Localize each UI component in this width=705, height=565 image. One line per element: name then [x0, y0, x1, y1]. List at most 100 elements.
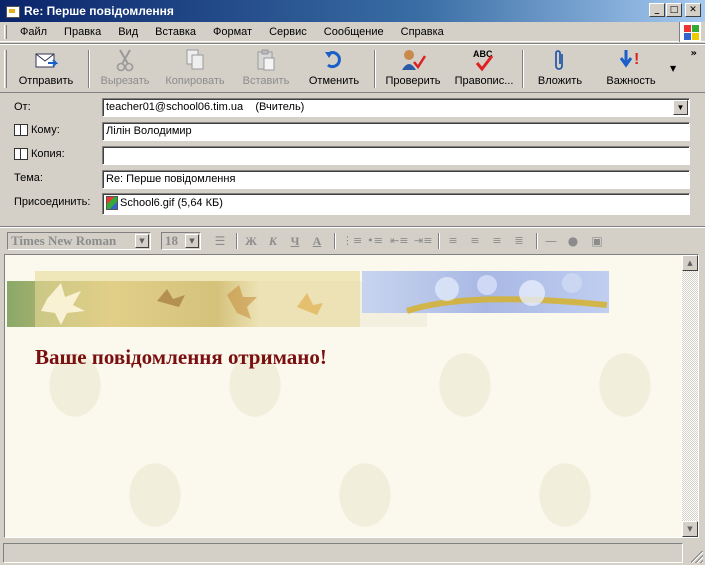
gif-file-icon	[106, 196, 118, 210]
cut-button[interactable]: Вырезать	[96, 47, 154, 91]
to-button[interactable]: Кому:	[14, 124, 60, 136]
cc-label: Копия:	[31, 148, 65, 160]
subject-value: Re: Перше повідомлення	[106, 173, 236, 185]
toolbar-separator	[522, 50, 524, 88]
cc-button[interactable]: Копия:	[14, 148, 65, 160]
address-book-icon	[14, 124, 28, 136]
send-button[interactable]: Отправить	[14, 47, 78, 91]
status-bar	[0, 541, 705, 565]
horizontal-line-icon[interactable]: —	[542, 233, 560, 249]
format-separator	[438, 233, 440, 249]
cut-label: Вырезать	[100, 75, 150, 87]
resize-grip-icon[interactable]	[691, 551, 703, 563]
subject-field[interactable]: Re: Перше повідомлення	[102, 170, 690, 189]
decrease-indent-icon[interactable]: ⇤≡	[390, 233, 408, 249]
scroll-up-icon[interactable]: ▲	[682, 255, 698, 271]
copy-label: Копировать	[165, 75, 225, 87]
paste-icon	[253, 47, 279, 73]
font-value: Times New Roman	[11, 233, 117, 248]
align-left-icon[interactable]: ≡	[444, 233, 462, 249]
toolbar-more-button[interactable]: »	[691, 48, 697, 59]
to-field[interactable]: Лілін Володимир	[102, 122, 690, 141]
chevron-down-icon[interactable]: ▼	[673, 100, 688, 115]
check-names-button[interactable]: Проверить	[382, 47, 444, 91]
spelling-button[interactable]: ABC Правопис...	[450, 47, 518, 91]
undo-label: Отменить	[308, 75, 360, 87]
menu-grip[interactable]	[4, 25, 7, 39]
scissors-icon	[112, 47, 138, 73]
menu-file[interactable]: Файл	[20, 26, 47, 38]
bold-button[interactable]: Ж	[242, 233, 260, 249]
toolbar-separator	[88, 50, 90, 88]
chevron-down-icon[interactable]: ▼	[185, 234, 199, 248]
insert-picture-icon[interactable]: ▣	[588, 233, 606, 249]
menu-view[interactable]: Вид	[118, 26, 138, 38]
from-label: От:	[14, 101, 31, 113]
toolbar-dropdown-icon[interactable]: ▼	[670, 64, 676, 73]
menu-format[interactable]: Формат	[213, 26, 252, 38]
menu-edit[interactable]: Правка	[64, 26, 101, 38]
menu-message[interactable]: Сообщение	[324, 26, 384, 38]
windows-logo-icon	[679, 22, 701, 42]
attach-label: Вложить	[537, 75, 583, 87]
window-title: Re: Перше повідомлення	[24, 4, 174, 18]
attachments-field[interactable]: School6.gif (5,64 КБ)	[102, 193, 690, 215]
to-value: Лілін Володимир	[106, 125, 192, 137]
title-bar: Re: Перше повідомлення _ □ ✕	[0, 0, 705, 22]
font-size-value: 18	[165, 233, 178, 248]
window-controls: _ □ ✕	[648, 3, 701, 17]
italic-button[interactable]: К	[264, 233, 282, 249]
to-label: Кому:	[31, 124, 60, 136]
maximize-button[interactable]: □	[666, 3, 682, 17]
increase-indent-icon[interactable]: ⇥≡	[414, 233, 432, 249]
format-toolbar: Times New Roman ▼ 18 ▼ ☰ Ж К Ч А ⋮≡ •≡ ⇤…	[0, 226, 705, 254]
cc-input[interactable]	[106, 149, 686, 162]
paste-label: Вставить	[242, 75, 290, 87]
message-body[interactable]: Ваше повідомлення отримано! ▲ ▼	[4, 254, 699, 538]
paste-button[interactable]: Вставить	[238, 47, 294, 91]
close-button[interactable]: ✕	[685, 3, 701, 17]
menu-help[interactable]: Справка	[401, 26, 444, 38]
status-panel	[3, 543, 683, 563]
align-center-icon[interactable]: ≡	[466, 233, 484, 249]
cc-field[interactable]	[102, 146, 690, 165]
from-value: teacher01@school06.tim.ua (Вчитель)	[106, 101, 305, 113]
paragraph-style-icon[interactable]: ☰	[211, 233, 229, 249]
align-right-icon[interactable]: ≡	[488, 233, 506, 249]
underline-button[interactable]: Ч	[286, 233, 304, 249]
hyperlink-globe-icon[interactable]: ●	[564, 233, 582, 249]
check-names-icon	[400, 47, 426, 73]
toolbar-grip[interactable]	[4, 50, 7, 88]
mail-app-icon[interactable]	[4, 3, 20, 19]
attachment-item[interactable]: School6.gif (5,64 КБ)	[120, 197, 223, 209]
menu-tools[interactable]: Сервис	[269, 26, 307, 38]
bullet-list-icon[interactable]: •≡	[366, 233, 384, 249]
undo-button[interactable]: Отменить	[304, 47, 364, 91]
format-separator	[236, 233, 238, 249]
spelling-icon: ABC	[471, 47, 497, 73]
main-toolbar: Отправить Вырезать Копировать Вставить О…	[0, 43, 705, 93]
from-select[interactable]: teacher01@school06.tim.ua (Вчитель) ▼	[102, 98, 690, 117]
format-separator	[334, 233, 336, 249]
send-label: Отправить	[18, 75, 74, 87]
font-size-select[interactable]: 18 ▼	[161, 232, 201, 250]
undo-icon	[321, 47, 347, 73]
vertical-scrollbar[interactable]: ▲ ▼	[682, 255, 698, 537]
address-book-icon	[14, 148, 28, 160]
chevron-down-icon[interactable]: ▼	[135, 234, 149, 248]
font-select[interactable]: Times New Roman ▼	[7, 232, 151, 250]
priority-icon-text: !	[634, 51, 639, 68]
numbered-list-icon[interactable]: ⋮≡	[342, 233, 362, 249]
priority-label: Важность	[606, 75, 656, 87]
copy-button[interactable]: Копировать	[160, 47, 230, 91]
justify-icon[interactable]: ≣	[510, 233, 528, 249]
menu-insert[interactable]: Вставка	[155, 26, 196, 38]
minimize-button[interactable]: _	[649, 3, 665, 17]
priority-icon: !	[618, 47, 644, 73]
priority-button[interactable]: ! Важность	[600, 47, 662, 91]
scroll-down-icon[interactable]: ▼	[682, 521, 698, 537]
attach-field-label: Присоединить:	[14, 196, 91, 208]
message-heading: Ваше повідомлення отримано!	[35, 345, 327, 369]
font-color-button[interactable]: А	[308, 233, 326, 249]
attach-button[interactable]: Вложить	[530, 47, 590, 91]
